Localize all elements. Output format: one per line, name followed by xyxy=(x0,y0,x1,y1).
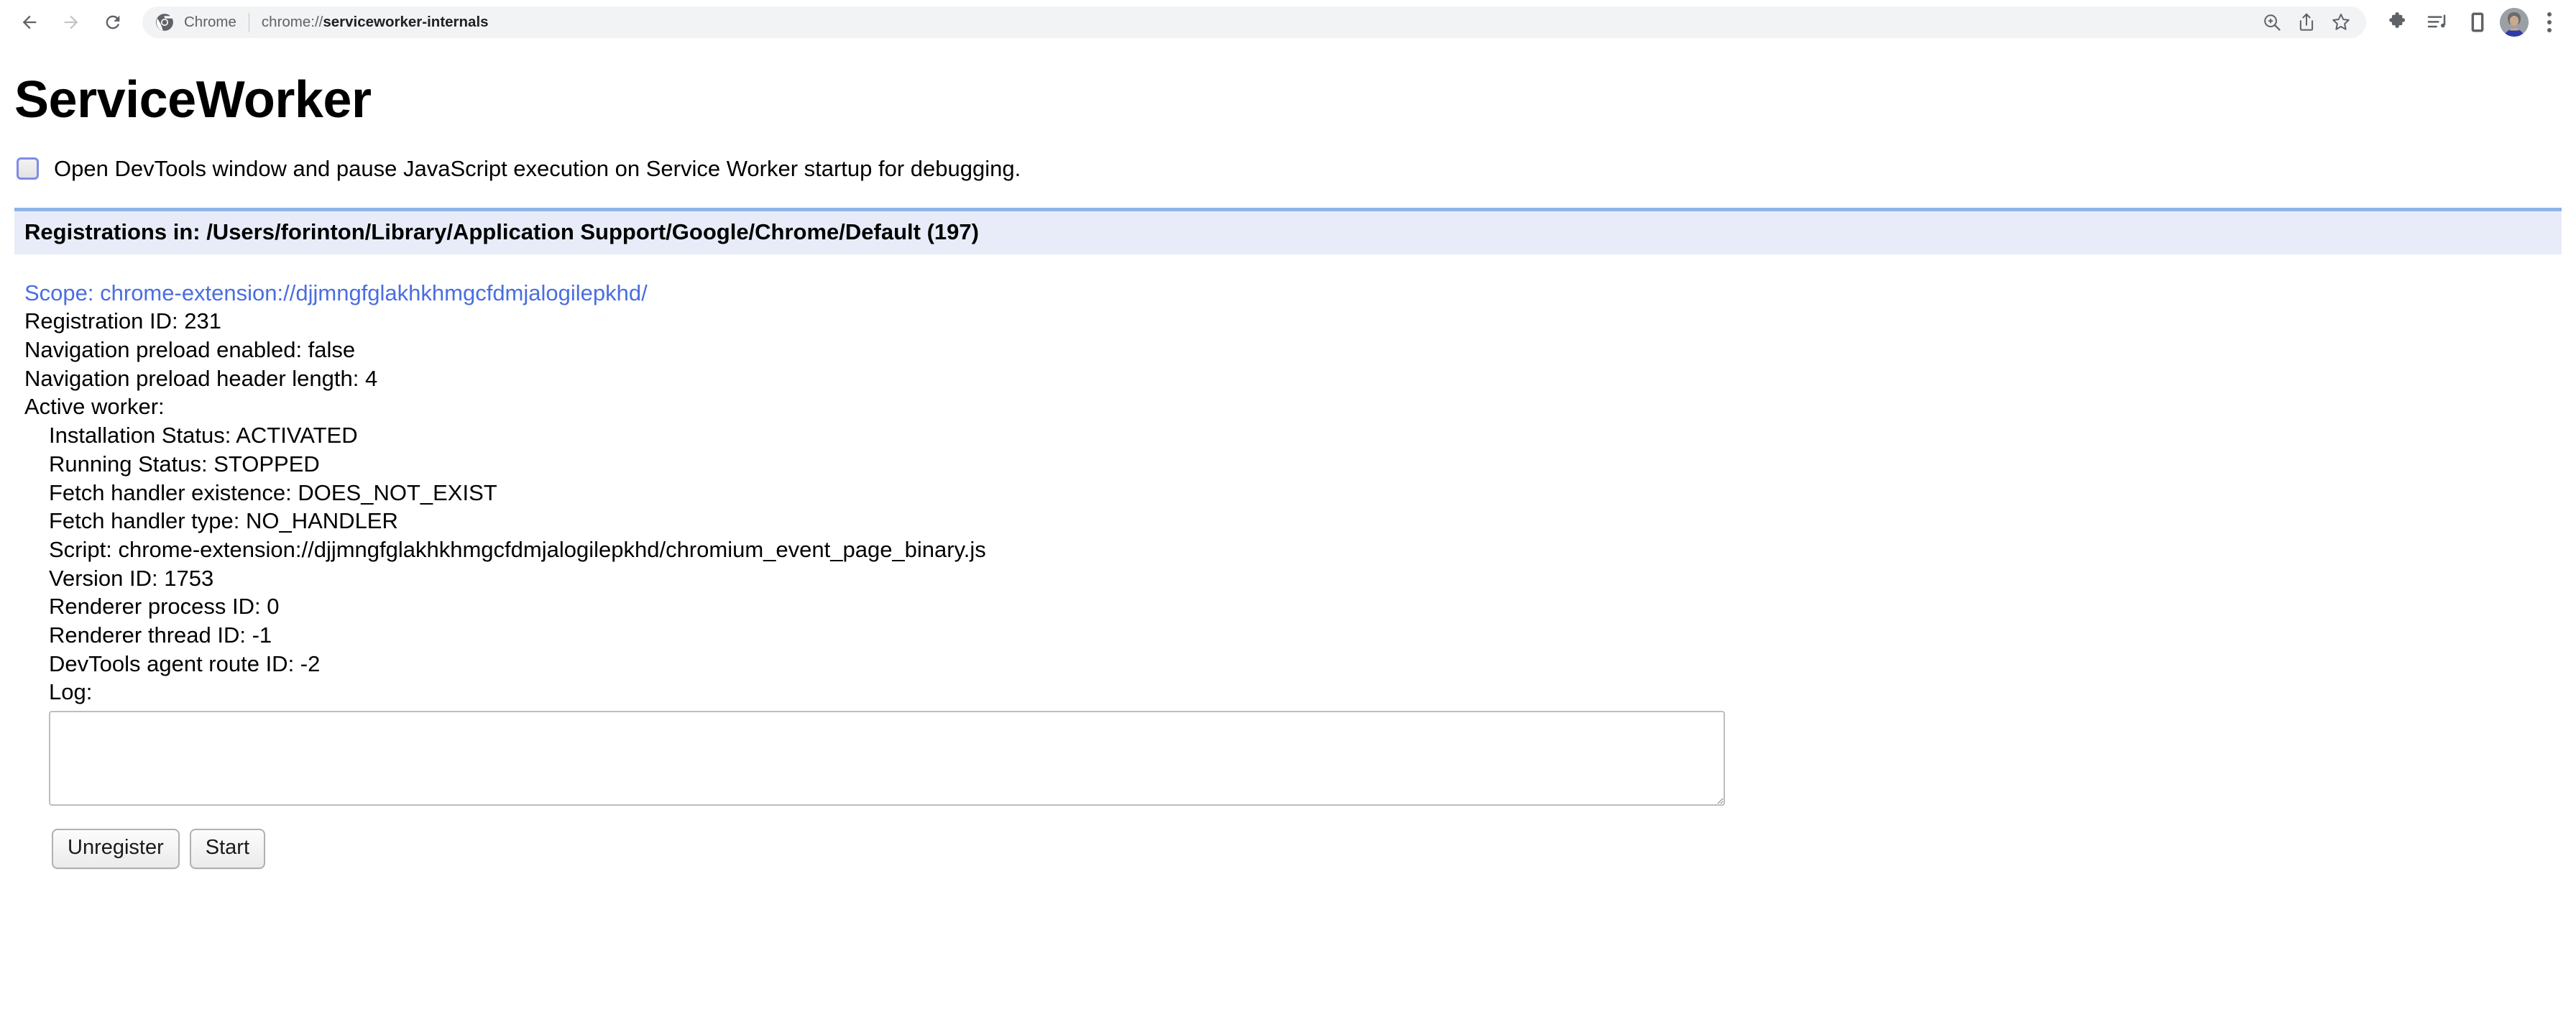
back-button[interactable] xyxy=(10,3,49,42)
menu-dot xyxy=(2547,28,2552,32)
chrome-logo-icon xyxy=(155,13,174,32)
forward-button[interactable] xyxy=(52,3,91,42)
omnibox-app-name: Chrome xyxy=(184,14,236,30)
extensions-puzzle-icon[interactable] xyxy=(2379,4,2415,40)
three-dot-menu-icon[interactable] xyxy=(2533,4,2566,40)
toolbar-actions xyxy=(2370,4,2566,40)
fetch-handler-type: Fetch handler type: NO_HANDLER xyxy=(49,508,398,534)
registration-action-buttons: Unregister Start xyxy=(52,828,2562,869)
registration-scope-link[interactable]: Scope: chrome-extension://djjmngfglakhkh… xyxy=(24,279,2562,308)
fetch-handler-existence: Fetch handler existence: DOES_NOT_EXIST xyxy=(49,479,497,505)
reload-icon xyxy=(106,15,120,29)
devtools-debug-option-row: Open DevTools window and pause JavaScrip… xyxy=(17,156,2562,182)
installation-status: Installation Status: ACTIVATED xyxy=(49,423,358,448)
omnibox-url[interactable]: chrome://serviceworker-internals xyxy=(262,14,2255,31)
media-playlist-icon[interactable] xyxy=(2419,4,2455,40)
renderer-thread-id: Renderer thread ID: -1 xyxy=(49,622,272,648)
browser-toolbar: Chrome chrome://serviceworker-internals xyxy=(0,0,2576,45)
registration-entry: Scope: chrome-extension://djjmngfglakhkh… xyxy=(14,279,2562,869)
navigation-preload-enabled: Navigation preload enabled: false xyxy=(24,337,356,363)
reload-button[interactable] xyxy=(93,3,132,42)
arrow-left-icon xyxy=(22,15,37,29)
active-worker-label: Active worker: xyxy=(24,394,165,420)
start-button[interactable]: Start xyxy=(189,828,266,869)
version-id: Version ID: 1753 xyxy=(49,565,214,591)
omnibox-actions xyxy=(2255,6,2358,39)
arrow-right-icon xyxy=(64,15,78,29)
page-title: ServiceWorker xyxy=(14,71,372,129)
navigation-preload-header-length: Navigation preload header length: 4 xyxy=(24,365,378,391)
devtools-debug-checkbox[interactable] xyxy=(17,157,39,180)
device-tablet-icon[interactable] xyxy=(2460,4,2496,40)
log-textarea[interactable] xyxy=(49,710,1725,806)
share-icon[interactable] xyxy=(2290,6,2323,39)
serviceworker-internals-page: ServiceWorker Open DevTools window and p… xyxy=(0,70,2576,869)
zoom-in-icon[interactable] xyxy=(2255,6,2288,39)
address-bar[interactable]: Chrome chrome://serviceworker-internals xyxy=(142,6,2366,38)
devtools-debug-label[interactable]: Open DevTools window and pause JavaScrip… xyxy=(54,156,1021,182)
url-scheme: chrome:// xyxy=(261,14,323,30)
unregister-button[interactable]: Unregister xyxy=(52,828,180,869)
registration-id: Registration ID: 231 xyxy=(24,308,221,334)
bookmark-star-icon[interactable] xyxy=(2324,6,2358,39)
navigation-buttons xyxy=(10,3,132,42)
worker-script-path: Script: chrome-extension://djjmngfglakhk… xyxy=(49,536,986,562)
menu-dot xyxy=(2547,20,2552,24)
renderer-process-id: Renderer process ID: 0 xyxy=(49,594,280,620)
url-host: serviceworker-internals xyxy=(323,14,489,30)
profile-avatar[interactable] xyxy=(2500,8,2529,37)
menu-dot xyxy=(2547,12,2552,17)
devtools-agent-route-id: DevTools agent route ID: -2 xyxy=(49,650,321,676)
registrations-header: Registrations in: /Users/forinton/Librar… xyxy=(14,207,2562,254)
log-label: Log: xyxy=(49,679,93,705)
running-status: Running Status: STOPPED xyxy=(49,451,320,477)
